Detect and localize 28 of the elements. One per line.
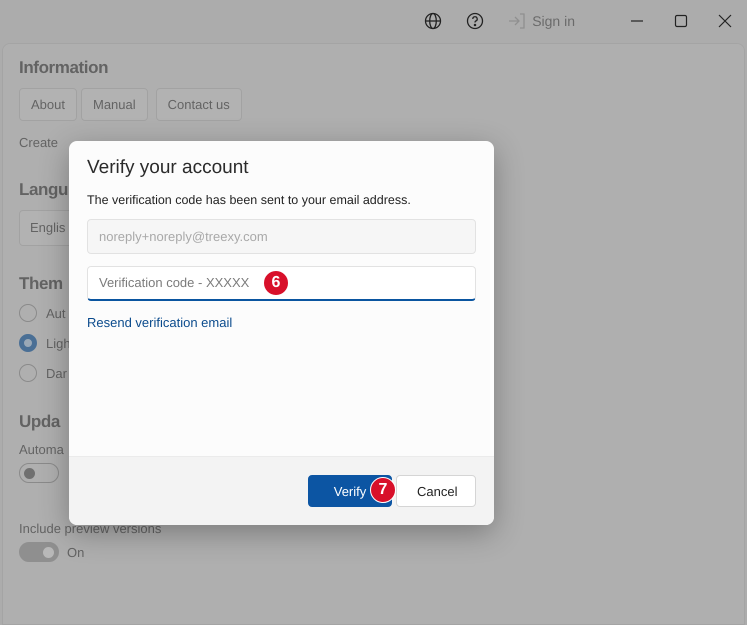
toggle-switch[interactable] [19,542,59,562]
radio-button[interactable] [19,364,37,382]
info-text: Create [19,135,60,150]
radio-button[interactable] [19,334,37,352]
info-button[interactable]: Manual [80,88,148,121]
info-button[interactable]: Contact us [156,88,242,121]
sign-in-button[interactable]: Sign in [508,13,575,29]
dialog-message: The verification code has been sent to your email address. [87,193,412,207]
section-heading: Information [19,58,108,78]
resend-link[interactable]: Resend verification email [87,315,232,330]
sign-in-icon [508,13,526,29]
toggle-label: Include preview versions [19,521,162,536]
toggle-label: Automa [19,442,65,457]
section-heading: Them [19,274,63,294]
radio-button[interactable] [19,304,37,322]
globe-icon[interactable] [424,12,442,30]
toggle-switch[interactable] [19,463,59,483]
close-icon[interactable] [718,14,732,28]
info-button[interactable]: About [19,88,77,121]
section-heading: Upda [19,412,60,432]
toggle-state: On [67,544,84,560]
help-icon[interactable] [466,12,484,30]
radio-label: Dar [46,366,67,380]
radio-label: Aut [46,306,66,320]
section-heading: Langu [19,180,68,200]
maximize-icon[interactable] [674,14,688,28]
cancel-button[interactable]: Cancel [396,475,476,507]
dialog-title: Verify your account [87,157,250,179]
